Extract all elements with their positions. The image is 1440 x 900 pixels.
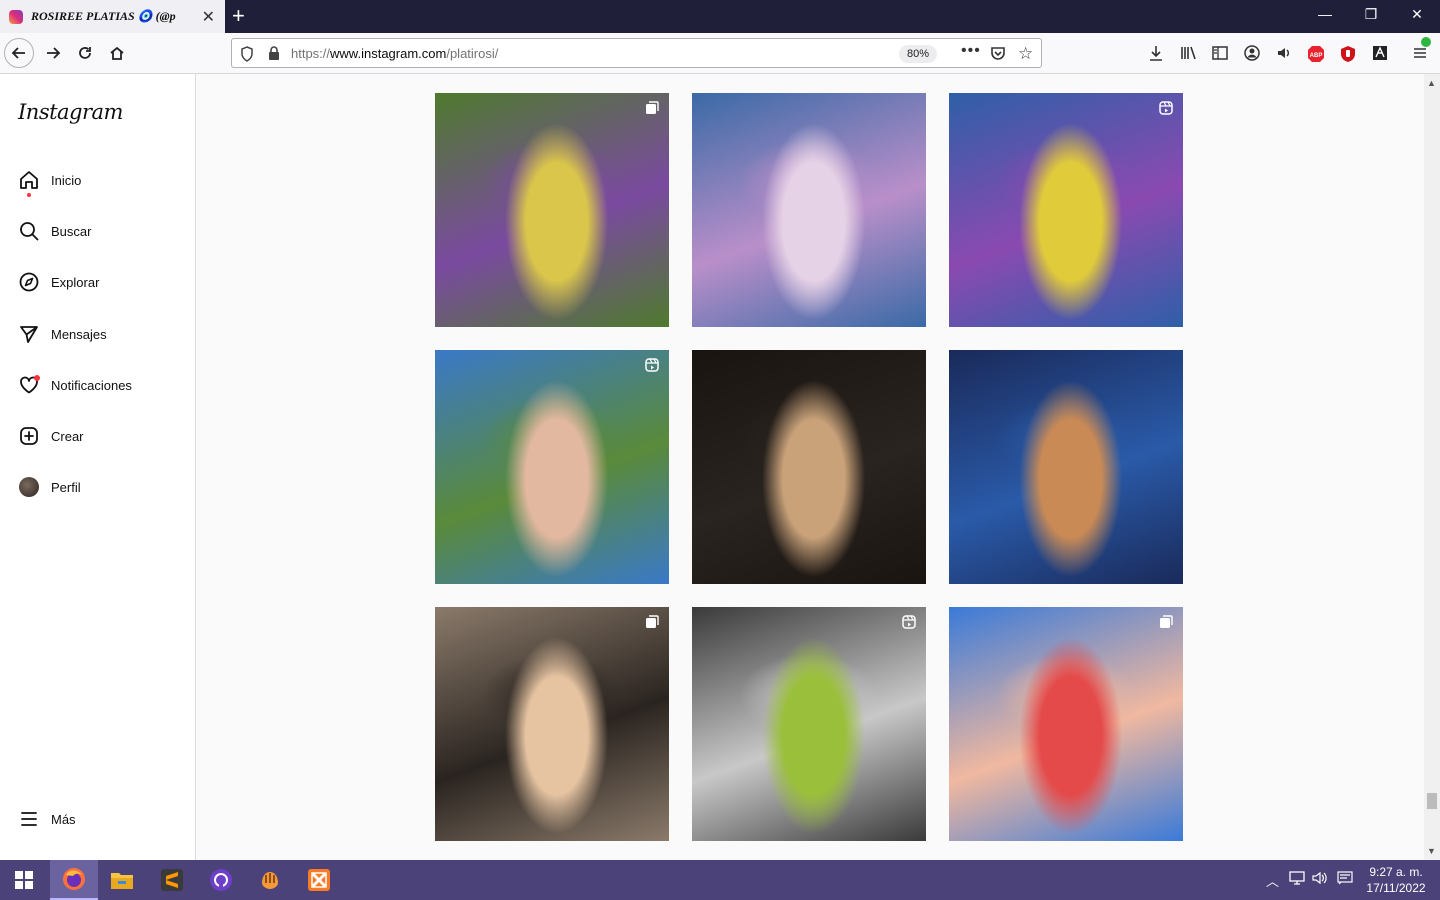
volume-icon[interactable]: [1312, 871, 1328, 888]
post-thumbnail[interactable]: [692, 93, 926, 327]
reel-icon: [902, 615, 916, 629]
account-icon[interactable]: [1243, 45, 1261, 63]
sidebar-item-mas[interactable]: Más: [18, 806, 76, 832]
forward-button[interactable]: [38, 38, 68, 68]
sidebar-item-crear[interactable]: Crear: [18, 423, 84, 449]
sidebar-item-label: Buscar: [51, 223, 92, 239]
instagram-favicon-icon: [9, 9, 23, 24]
system-clock[interactable]: 9:27 a. m. 17/11/2022: [1356, 864, 1436, 896]
pocket-icon[interactable]: [990, 45, 1006, 66]
notification-dot: [27, 193, 31, 197]
post-thumbnail[interactable]: [949, 607, 1183, 841]
restore-icon[interactable]: ❐: [1348, 6, 1394, 23]
library-icon[interactable]: [1179, 45, 1197, 63]
speaker-icon[interactable]: [1275, 45, 1293, 63]
xampp-icon[interactable]: [295, 860, 343, 900]
sidebar-item-label: Explorar: [51, 274, 100, 290]
post-thumbnail[interactable]: [949, 350, 1183, 584]
bookmark-star-icon[interactable]: ☆: [1018, 44, 1033, 64]
carousel-icon: [645, 615, 659, 629]
reel-icon: [1159, 101, 1173, 115]
firefox-icon[interactable]: [50, 860, 98, 900]
sidebar-item-label: Mensajes: [51, 326, 107, 342]
reload-button[interactable]: [70, 38, 100, 68]
github-desktop-icon[interactable]: [197, 860, 245, 900]
zoom-level-badge[interactable]: 80%: [899, 45, 938, 63]
new-tab-button[interactable]: +: [232, 4, 245, 28]
tray-overflow-chevron-icon[interactable]: ︿: [1266, 871, 1279, 890]
page-actions-icon[interactable]: •••: [961, 42, 981, 60]
browser-nav-bar: https://www.instagram.com/platirosi/ 80%…: [0, 33, 1440, 74]
plus-square-icon: [18, 425, 40, 447]
sidebar-item-label: Crear: [51, 428, 84, 444]
post-thumbnail[interactable]: [692, 607, 926, 841]
scroll-up-arrow-icon[interactable]: ▲: [1427, 78, 1436, 88]
scroll-thumb[interactable]: [1427, 793, 1437, 809]
sublime-text-icon[interactable]: [148, 860, 196, 900]
clock-date: 17/11/2022: [1366, 881, 1426, 895]
compass-icon: [18, 271, 40, 293]
windows-taskbar: ︿ 9:27 a. m. 17/11/2022: [0, 860, 1440, 900]
update-badge: [1421, 37, 1431, 47]
sidebar-item-notificaciones[interactable]: Notificaciones: [18, 372, 132, 398]
clock-time: 9:27 a. m.: [1369, 865, 1423, 879]
reel-icon: [645, 358, 659, 372]
url-text[interactable]: https://www.instagram.com/platirosi/: [291, 46, 498, 61]
instagram-sidebar: Instagram Inicio Buscar Explorar Mensaje…: [0, 74, 196, 860]
fiddler-icon[interactable]: [246, 860, 294, 900]
notification-dot: [34, 375, 40, 381]
heart-icon: [18, 374, 40, 396]
tab-title: ROSIREE PLATIAS 🧿 (@p: [31, 9, 176, 23]
network-icon[interactable]: [1289, 871, 1305, 888]
send-icon: [18, 323, 40, 345]
menu-hamburger-icon[interactable]: [1411, 37, 1431, 63]
svg-text:ABP: ABP: [1310, 53, 1323, 59]
downloads-icon[interactable]: [1147, 45, 1165, 63]
close-tab-icon[interactable]: ✕: [202, 7, 215, 27]
sidebar-item-label: Perfil: [51, 479, 81, 495]
sidebar-item-label: Notificaciones: [51, 377, 132, 393]
address-bar[interactable]: https://www.instagram.com/platirosi/ 80%…: [231, 38, 1042, 68]
page-scrollbar[interactable]: ▲ ▼: [1424, 74, 1440, 860]
back-button[interactable]: [4, 38, 34, 68]
avatar: [19, 477, 39, 497]
sidebar-toggle-icon[interactable]: [1211, 45, 1229, 63]
ublock-icon[interactable]: [1339, 45, 1357, 63]
home-button[interactable]: [102, 38, 132, 68]
minimize-icon[interactable]: —: [1302, 6, 1348, 22]
post-thumbnail[interactable]: [692, 350, 926, 584]
post-thumbnail[interactable]: [435, 93, 669, 327]
sidebar-item-inicio[interactable]: Inicio: [18, 167, 82, 197]
sidebar-item-mensajes[interactable]: Mensajes: [18, 321, 107, 347]
browser-tab-instagram[interactable]: ROSIREE PLATIAS 🧿 (@p ✕: [0, 0, 225, 33]
lock-icon[interactable]: [268, 46, 280, 66]
close-window-icon[interactable]: ✕: [1394, 6, 1440, 23]
adblock-plus-icon[interactable]: ABP: [1307, 45, 1325, 63]
sidebar-item-label: Inicio: [51, 172, 82, 188]
post-thumbnail[interactable]: [435, 350, 669, 584]
search-icon: [18, 220, 40, 242]
start-button[interactable]: [0, 860, 48, 900]
file-explorer-icon[interactable]: [98, 860, 146, 900]
scroll-down-arrow-icon[interactable]: ▼: [1427, 846, 1436, 856]
shield-icon[interactable]: [240, 46, 254, 67]
extension-icon[interactable]: [1371, 45, 1389, 63]
language-ime-icon[interactable]: [1337, 871, 1353, 888]
home-icon: [18, 169, 40, 197]
hamburger-icon: [18, 808, 40, 830]
post-thumbnail[interactable]: [949, 93, 1183, 327]
browser-tab-strip: ROSIREE PLATIAS 🧿 (@p ✕ + — ❐ ✕: [0, 0, 1440, 33]
sidebar-item-perfil[interactable]: Perfil: [18, 474, 81, 500]
carousel-icon: [1159, 615, 1173, 629]
sidebar-item-explorar[interactable]: Explorar: [18, 269, 99, 295]
sidebar-item-label: Más: [51, 811, 76, 827]
post-thumbnail[interactable]: [435, 607, 669, 841]
sidebar-item-buscar[interactable]: Buscar: [18, 218, 91, 244]
instagram-logo[interactable]: Instagram: [18, 100, 123, 124]
carousel-icon: [645, 101, 659, 115]
